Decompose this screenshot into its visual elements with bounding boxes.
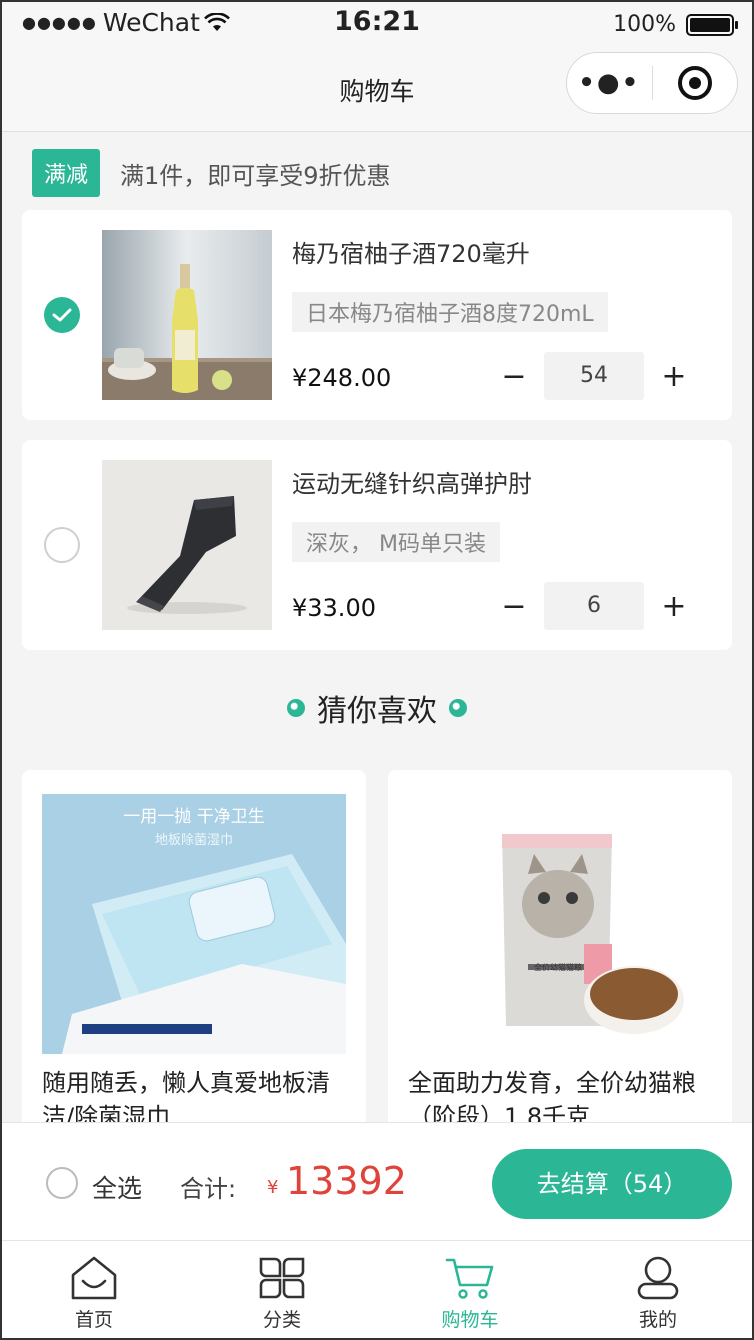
recommendation-card[interactable]: 全价幼猫猫粮 全面助力发育，全价幼猫粮（阶段）1.8千克 — [388, 770, 732, 1170]
item-checkbox-unchecked[interactable] — [44, 527, 80, 563]
product-name[interactable]: 梅乃宿柚子酒720毫升 — [292, 234, 530, 269]
product-name[interactable]: 运动无缝针织高弹护肘 — [292, 464, 532, 499]
select-all-checkbox[interactable] — [46, 1167, 78, 1199]
quantity-input[interactable]: 6 — [544, 582, 644, 630]
decrease-button[interactable]: − — [484, 359, 544, 394]
recommendation-card[interactable]: 一用一抛 干净卫生 地板除菌湿巾 随用随丢，懒人真爱地板清洁/除菌湿巾 — [22, 770, 366, 1170]
more-button[interactable]: •●• — [567, 68, 652, 98]
profile-icon — [637, 1256, 679, 1300]
quantity-input[interactable]: 54 — [544, 352, 644, 400]
image-caption: 一用一抛 干净卫生 — [123, 807, 264, 827]
product-price: ¥33.00 — [292, 594, 376, 622]
battery-percent: 100% — [613, 12, 676, 37]
cart-item: 梅乃宿柚子酒720毫升 日本梅乃宿柚子酒8度720mL ¥248.00 − 54… — [22, 210, 732, 420]
checkout-summary-bar: 全选 合计: ¥ 13392 去结算（54） — [0, 1122, 754, 1240]
target-icon — [677, 66, 712, 100]
product-spec: 日本梅乃宿柚子酒8度720mL — [292, 292, 608, 332]
product-image-kitten-food: 全价幼猫猫粮 — [408, 794, 712, 1054]
product-price: ¥248.00 — [292, 364, 392, 392]
tab-label: 分类 — [262, 1309, 301, 1331]
section-title: 猜你喜欢 — [317, 694, 437, 729]
status-bar: ●●●●● WeChat 16:21 100% — [0, 0, 754, 48]
product-image-wet-wipes: 一用一抛 干净卫生 地板除菌湿巾 — [42, 794, 346, 1054]
promo-text: 满1件，即可享受9折优惠 — [120, 161, 391, 190]
category-icon — [259, 1257, 305, 1299]
tab-cart[interactable]: 购物车 — [376, 1241, 564, 1340]
total-amount: 13392 — [286, 1159, 407, 1203]
select-all-label[interactable]: 全选 — [92, 1169, 142, 1205]
promo-banner: 满减 满1件，即可享受9折优惠 — [32, 149, 391, 197]
increase-button[interactable]: + — [644, 589, 704, 624]
tab-label: 购物车 — [441, 1309, 499, 1331]
nav-bar: 购物车 •●• — [0, 48, 754, 132]
decrease-button[interactable]: − — [484, 589, 544, 624]
checkmark-icon — [52, 308, 72, 322]
decorative-dot-icon — [449, 699, 467, 717]
cart-icon — [445, 1258, 494, 1299]
product-spec: 深灰， M码单只装 — [292, 522, 500, 562]
close-mini-program-button[interactable] — [653, 66, 738, 100]
total-label: 合计: — [180, 1175, 237, 1203]
product-image-elbow-sleeve[interactable] — [102, 460, 272, 630]
promo-tag: 满减 — [32, 149, 101, 197]
checkout-button[interactable]: 去结算（54） — [492, 1149, 732, 1219]
recommendation-section-title: 猜你喜欢 — [0, 686, 754, 730]
battery-icon — [686, 13, 738, 36]
image-subcaption: 地板除菌湿巾 — [155, 833, 233, 848]
home-icon — [71, 1256, 117, 1300]
product-image-yuzu-liqueur[interactable] — [102, 230, 272, 400]
image-caption: 全价幼猫猫粮 — [534, 962, 582, 972]
currency-symbol: ¥ — [267, 1177, 279, 1198]
tab-bar: 首页 分类 购物车 我的 — [0, 1240, 754, 1340]
cart-item: 运动无缝针织高弹护肘 深灰， M码单只装 ¥33.00 − 6 + — [22, 440, 732, 650]
tab-label: 首页 — [74, 1309, 113, 1331]
tab-category[interactable]: 分类 — [188, 1241, 376, 1340]
quantity-stepper: − 6 + — [484, 582, 704, 630]
tab-home[interactable]: 首页 — [0, 1241, 188, 1340]
tab-label: 我的 — [638, 1309, 677, 1331]
quantity-stepper: − 54 + — [484, 352, 704, 400]
mini-program-capsule: •●• — [566, 52, 738, 114]
tab-profile[interactable]: 我的 — [564, 1241, 752, 1340]
item-checkbox-checked[interactable] — [44, 297, 80, 333]
battery-group: 100% — [613, 12, 738, 37]
increase-button[interactable]: + — [644, 359, 704, 394]
decorative-dot-icon — [287, 699, 305, 717]
